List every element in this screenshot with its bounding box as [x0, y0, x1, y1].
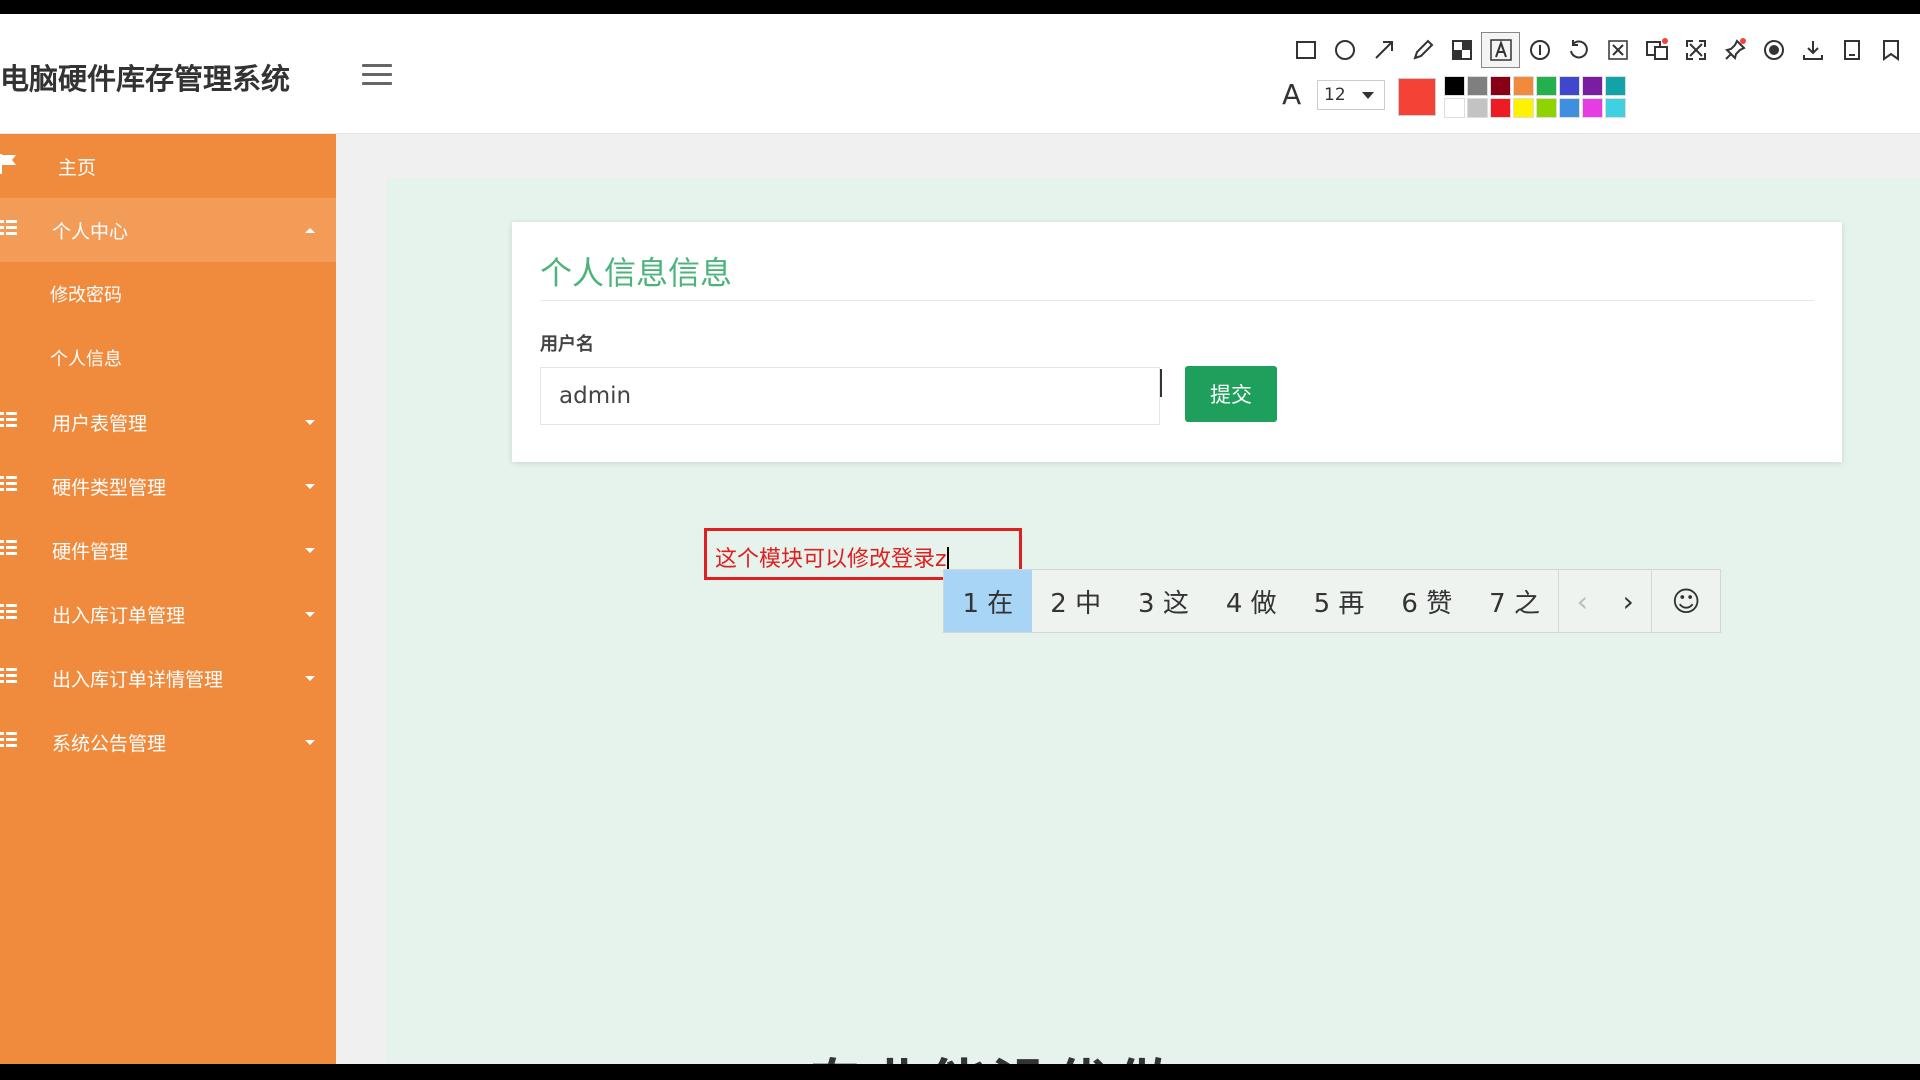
sidebar-item-label: 出入库订单管理	[52, 604, 186, 627]
chevron-down-icon	[1362, 92, 1374, 99]
sidebar-item-label: 出入库订单详情管理	[52, 668, 224, 691]
arrow-icon[interactable]	[1364, 32, 1403, 68]
grid-icon	[0, 220, 17, 235]
sidebar-item-hardware[interactable]: 硬件管理	[0, 518, 336, 582]
color-swatch[interactable]	[1582, 76, 1603, 96]
sidebar-item-label: 系统公告管理	[52, 732, 167, 755]
grid-icon	[0, 540, 17, 555]
personal-info-card: 个人信息信息 用户名 admin 提交	[512, 222, 1842, 462]
color-swatch[interactable]	[1536, 76, 1557, 96]
sidebar: 主页 个人中心 修改密码 个人信息 用户表管理 硬件类型管理 硬件管理 出入库订…	[0, 134, 336, 1064]
download-icon[interactable]	[1793, 32, 1832, 68]
ime-candidate[interactable]: 3 这	[1120, 570, 1208, 632]
color-swatch[interactable]	[1444, 98, 1465, 118]
flag-icon	[0, 154, 16, 174]
sidebar-item-hardware-type[interactable]: 硬件类型管理	[0, 454, 336, 518]
sidebar-item-label: 硬件管理	[52, 540, 129, 563]
undo-icon[interactable]	[1559, 32, 1598, 68]
color-swatch[interactable]	[1513, 98, 1534, 118]
username-label: 用户名	[540, 334, 594, 355]
page-title: 个人信息信息	[540, 254, 733, 292]
cancel-capture-icon[interactable]	[1598, 32, 1637, 68]
font-size-icon: A	[1282, 78, 1302, 111]
current-color-swatch[interactable]	[1398, 78, 1436, 116]
color-swatch[interactable]	[1559, 76, 1580, 96]
font-size-value: 12	[1324, 85, 1346, 105]
ime-candidate[interactable]: 5 再	[1295, 570, 1383, 632]
color-swatch[interactable]	[1559, 98, 1580, 118]
color-swatch[interactable]	[1467, 98, 1488, 118]
sidebar-subitem-personal-info[interactable]: 个人信息	[0, 326, 336, 390]
sidebar-item-label: 用户表管理	[52, 412, 148, 435]
grid-icon	[0, 604, 17, 619]
ime-candidate[interactable]: 2 中	[1032, 570, 1120, 632]
ime-prev-page-icon[interactable]: ‹	[1559, 570, 1605, 632]
ime-candidate[interactable]: 6 赞	[1383, 570, 1471, 632]
record-icon[interactable]	[1754, 32, 1793, 68]
sidebar-subitem-change-password[interactable]: 修改密码	[0, 262, 336, 326]
color-swatch[interactable]	[1582, 98, 1603, 118]
pencil-icon[interactable]	[1403, 32, 1442, 68]
sidebar-item-home[interactable]: 主页	[0, 134, 336, 198]
chevron-down-icon	[305, 420, 315, 425]
sidebar-item-io-orders[interactable]: 出入库订单管理	[0, 582, 336, 646]
ime-candidate-bar: 1 在 2 中 3 这 4 做 5 再 6 赞 7 之 ‹ › ☺	[943, 569, 1721, 633]
screen: 电脑硬件库存管理系统 主页 个人中心 修改密码 个人信息 用户表管理 硬件类型管…	[0, 14, 1920, 1064]
sidebar-item-label: 个人中心	[52, 220, 129, 243]
chevron-down-icon	[305, 612, 315, 617]
chevron-down-icon	[305, 676, 315, 681]
translate-icon[interactable]	[1637, 32, 1676, 68]
chevron-down-icon	[305, 548, 315, 553]
annotation-toolbar: A 12	[1272, 16, 1920, 120]
text-tool-icon[interactable]	[1481, 32, 1520, 68]
pin-icon[interactable]	[1715, 32, 1754, 68]
sidebar-item-announcements[interactable]: 系统公告管理	[0, 710, 336, 774]
sidebar-item-personal-center[interactable]: 个人中心	[0, 198, 336, 262]
color-swatch[interactable]	[1513, 76, 1534, 96]
chevron-down-icon	[305, 740, 315, 745]
text-cursor	[1160, 369, 1162, 397]
bottom-caption: 专业能没优做	[806, 1040, 1178, 1064]
sidebar-item-io-order-details[interactable]: 出入库订单详情管理	[0, 646, 336, 710]
color-swatch[interactable]	[1490, 98, 1511, 118]
app-title: 电脑硬件库存管理系统	[0, 62, 291, 96]
ime-candidate[interactable]: 4 做	[1207, 570, 1295, 632]
color-swatch[interactable]	[1536, 98, 1557, 118]
ime-candidate[interactable]: 1 在	[944, 570, 1032, 632]
bookmark-icon[interactable]	[1871, 32, 1910, 68]
color-swatch[interactable]	[1605, 76, 1626, 96]
color-swatch[interactable]	[1490, 76, 1511, 96]
mosaic-icon[interactable]	[1442, 32, 1481, 68]
chevron-down-icon	[305, 484, 315, 489]
number-marker-icon[interactable]	[1520, 32, 1559, 68]
annotation-text: 这个模块可以修改登录z	[715, 547, 947, 572]
expand-icon[interactable]	[1676, 32, 1715, 68]
chevron-up-icon	[305, 228, 315, 233]
ime-next-page-icon[interactable]: ›	[1605, 570, 1651, 632]
color-swatch[interactable]	[1444, 76, 1465, 96]
grid-icon	[0, 476, 17, 491]
title-divider	[540, 300, 1814, 301]
emoji-icon[interactable]: ☺	[1652, 570, 1720, 632]
grid-icon	[0, 412, 17, 427]
save-icon[interactable]	[1832, 32, 1871, 68]
color-swatch[interactable]	[1467, 76, 1488, 96]
grid-icon	[0, 732, 17, 747]
rectangle-icon[interactable]	[1286, 32, 1325, 68]
sidebar-item-label: 硬件类型管理	[52, 476, 167, 499]
color-swatch[interactable]	[1605, 98, 1626, 118]
menu-toggle-icon[interactable]	[362, 64, 392, 86]
grid-icon	[0, 668, 17, 683]
color-palette	[1444, 76, 1626, 118]
font-size-select[interactable]: 12	[1317, 80, 1385, 110]
username-input[interactable]: admin	[540, 367, 1160, 425]
submit-button[interactable]: 提交	[1185, 366, 1277, 422]
sidebar-item-user-table[interactable]: 用户表管理	[0, 390, 336, 454]
sidebar-item-label: 主页	[58, 156, 97, 179]
ime-candidate[interactable]: 7 之	[1471, 570, 1559, 632]
ellipse-icon[interactable]	[1325, 32, 1364, 68]
